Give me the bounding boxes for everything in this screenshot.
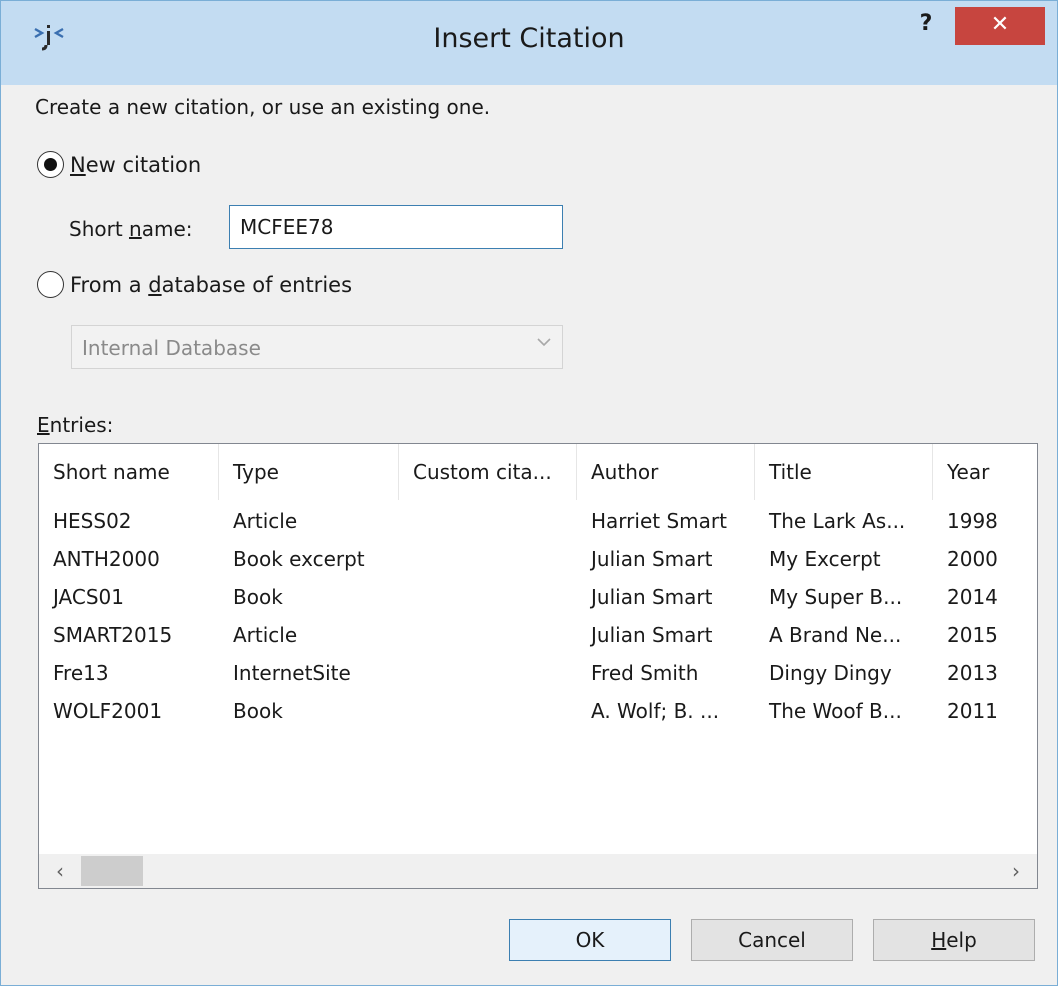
- cell-year: 2015: [947, 623, 998, 647]
- cancel-button[interactable]: Cancel: [691, 919, 853, 961]
- column-header-type[interactable]: Type: [219, 444, 399, 500]
- cell-year: 2011: [947, 699, 998, 723]
- cell-title: Dingy Dingy: [769, 661, 892, 685]
- from-database-label: From a database of entries: [70, 272, 353, 297]
- column-header-short-name[interactable]: Short name: [39, 444, 219, 500]
- intro-text: Create a new citation, or use an existin…: [35, 95, 491, 119]
- table-row[interactable]: WOLF2001 Book A. Wolf; B. ... The Woof B…: [39, 692, 1019, 730]
- cell-author: Julian Smart: [591, 547, 713, 571]
- new-citation-radio[interactable]: [37, 151, 64, 178]
- cell-title: My Super B...: [769, 585, 903, 609]
- short-name-input[interactable]: [229, 205, 563, 249]
- cell-author: Fred Smith: [591, 661, 699, 685]
- cell-custom-citation: [399, 502, 577, 540]
- column-header-author[interactable]: Author: [577, 444, 755, 500]
- from-database-radio[interactable]: [37, 271, 64, 298]
- cell-year: 2014: [947, 585, 998, 609]
- cell-type: Book: [233, 699, 283, 723]
- cell-title: My Excerpt: [769, 547, 881, 571]
- title-bar: Insert Citation ? ✕: [1, 1, 1057, 85]
- table-row[interactable]: JACS01 Book Julian Smart My Super B... 2…: [39, 578, 1019, 616]
- cell-type: Book: [233, 585, 283, 609]
- help-button[interactable]: Help: [873, 919, 1035, 961]
- database-select-value: Internal Database: [82, 336, 261, 360]
- column-header-title[interactable]: Title: [755, 444, 933, 500]
- cell-short-name: SMART2015: [53, 623, 173, 647]
- dialog-body: Create a new citation, or use an existin…: [23, 85, 1038, 963]
- cell-custom-citation: [399, 692, 577, 730]
- cell-custom-citation: [399, 578, 577, 616]
- cell-custom-citation: [399, 616, 577, 654]
- table-row[interactable]: Fre13 InternetSite Fred Smith Dingy Ding…: [39, 654, 1019, 692]
- cell-type: InternetSite: [233, 661, 351, 685]
- ok-button[interactable]: OK: [509, 919, 671, 961]
- cell-custom-citation: [399, 540, 577, 578]
- column-header-custom-citation[interactable]: Custom cita...: [399, 444, 577, 500]
- database-select[interactable]: Internal Database: [71, 325, 563, 369]
- insert-citation-dialog: Insert Citation ? ✕ Create a new citatio…: [0, 0, 1058, 986]
- cell-short-name: Fre13: [53, 661, 109, 685]
- window-title: Insert Citation: [433, 23, 625, 54]
- cell-year: 2013: [947, 661, 998, 685]
- scrollbar-thumb[interactable]: [81, 856, 143, 886]
- short-name-label: Short name:: [69, 217, 193, 241]
- cell-type: Article: [233, 509, 298, 533]
- cell-short-name: ANTH2000: [53, 547, 160, 571]
- entries-list-header: Short name Type Custom cita... Author Ti…: [39, 444, 1037, 500]
- cell-title: The Woof B...: [769, 699, 902, 723]
- cell-short-name: JACS01: [53, 585, 124, 609]
- cell-type: Book excerpt: [233, 547, 365, 571]
- cell-author: Harriet Smart: [591, 509, 727, 533]
- table-row[interactable]: ANTH2000 Book excerpt Julian Smart My Ex…: [39, 540, 1019, 578]
- entries-label: Entries:: [37, 413, 114, 437]
- cell-short-name: WOLF2001: [53, 699, 163, 723]
- cell-year: 2000: [947, 547, 998, 571]
- cell-year: 1998: [947, 509, 998, 533]
- cell-title: The Lark As...: [769, 509, 906, 533]
- new-citation-label: New citation: [70, 152, 202, 177]
- cell-author: A. Wolf; B. ...: [591, 699, 720, 723]
- cell-title: A Brand Ne...: [769, 623, 902, 647]
- cell-author: Julian Smart: [591, 623, 713, 647]
- column-header-year[interactable]: Year: [933, 444, 1037, 500]
- cell-author: Julian Smart: [591, 585, 713, 609]
- scroll-right-icon[interactable]: ›: [1001, 856, 1031, 886]
- close-button[interactable]: ✕: [955, 7, 1045, 45]
- cell-type: Article: [233, 623, 298, 647]
- from-database-option[interactable]: From a database of entries: [37, 271, 352, 298]
- new-citation-option[interactable]: New citation: [37, 151, 201, 178]
- chevron-down-icon: [537, 338, 551, 347]
- scroll-left-icon[interactable]: ‹: [45, 856, 75, 886]
- cell-short-name: HESS02: [53, 509, 132, 533]
- entries-list[interactable]: Short name Type Custom cita... Author Ti…: [38, 443, 1038, 889]
- table-row[interactable]: SMART2015 Article Julian Smart A Brand N…: [39, 616, 1019, 654]
- cell-custom-citation: [399, 654, 577, 692]
- horizontal-scrollbar[interactable]: ‹ ›: [39, 854, 1037, 888]
- table-row[interactable]: HESS02 Article Harriet Smart The Lark As…: [39, 502, 1019, 540]
- help-icon[interactable]: ?: [911, 11, 941, 41]
